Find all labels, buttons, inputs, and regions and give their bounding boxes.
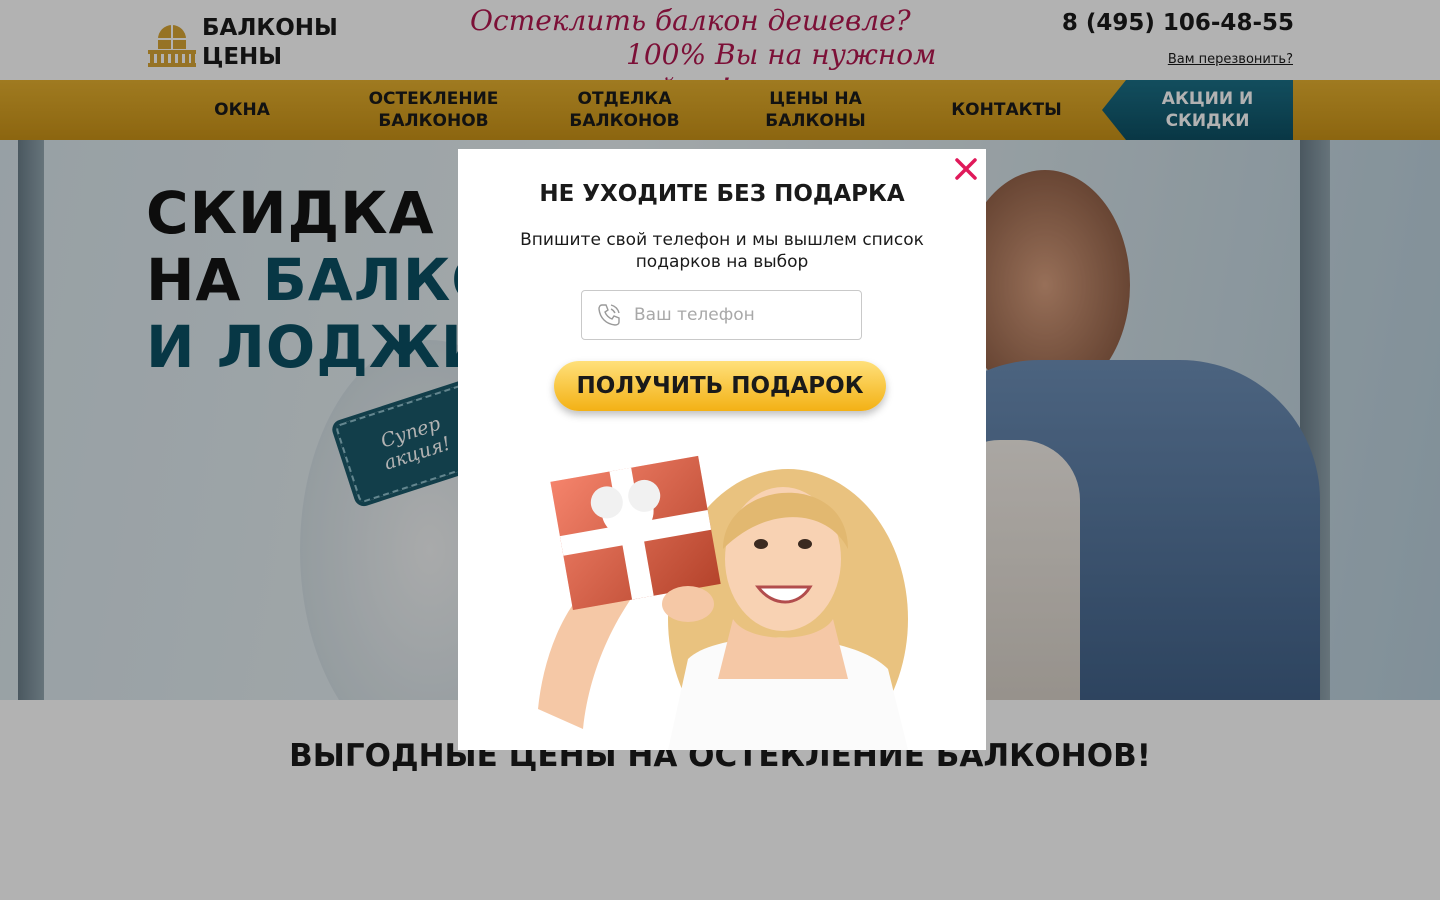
popup-subtitle: Впишите свой телефон и мы вышлем список … — [520, 230, 924, 272]
phone-input[interactable] — [634, 292, 854, 338]
popup-title: НЕ УХОДИТЕ БЕЗ ПОДАРКА — [539, 181, 905, 207]
close-icon[interactable] — [954, 157, 978, 181]
girl-with-gift-image — [518, 429, 938, 750]
get-gift-button[interactable]: ПОЛУЧИТЬ ПОДАРОК — [554, 361, 886, 411]
gift-popup: НЕ УХОДИТЕ БЕЗ ПОДАРКА Впишите свой теле… — [458, 149, 986, 750]
phone-icon — [594, 300, 624, 330]
phone-field[interactable] — [581, 290, 862, 340]
